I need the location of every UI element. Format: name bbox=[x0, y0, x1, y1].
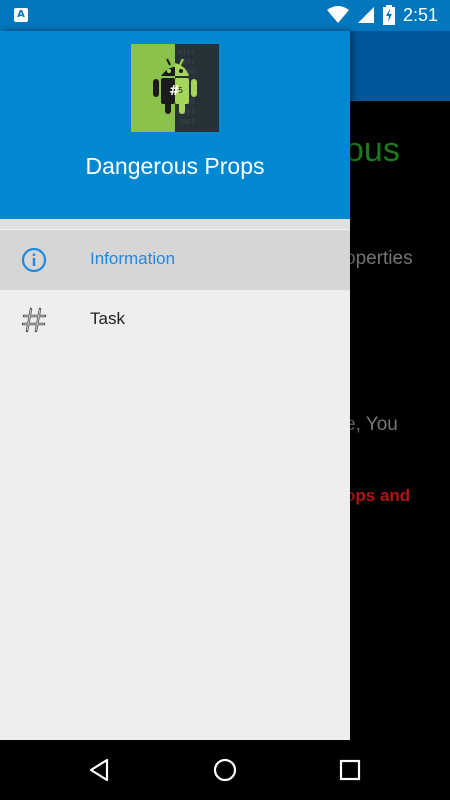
recents-icon[interactable] bbox=[336, 756, 364, 784]
status-bar: A 2:51 bbox=[0, 0, 450, 31]
background-warning-text: ops and bbox=[345, 486, 411, 505]
svg-text:1001: 1001 bbox=[178, 118, 195, 126]
status-icons: 2:51 bbox=[326, 4, 438, 26]
back-icon[interactable] bbox=[86, 756, 114, 784]
home-icon[interactable] bbox=[211, 756, 239, 784]
menu-item-task[interactable]: Task bbox=[0, 290, 350, 350]
divider bbox=[0, 219, 350, 229]
menu-item-information[interactable]: Information bbox=[0, 230, 350, 290]
svg-text:0101: 0101 bbox=[178, 48, 195, 56]
background-text: e, You bbox=[345, 414, 398, 435]
android-hash-logo: 010110010110 101000111100 01011001 bbox=[131, 44, 219, 132]
menu-item-label: Information bbox=[90, 249, 176, 268]
background-text: operties bbox=[345, 248, 413, 269]
drawer-header: 010110010110 101000111100 01011001 bbox=[0, 31, 350, 219]
signal-icon bbox=[357, 7, 374, 23]
drawer-title: Dangerous Props bbox=[85, 153, 265, 179]
clock: 2:51 bbox=[402, 4, 438, 25]
battery-charging-icon bbox=[382, 5, 395, 25]
navigation-drawer: 010110010110 101000111100 01011001 bbox=[0, 31, 350, 740]
svg-text:5: 5 bbox=[178, 86, 183, 95]
hash-icon bbox=[21, 307, 47, 333]
info-icon bbox=[21, 247, 47, 273]
wifi-icon bbox=[326, 6, 349, 23]
system-nav-bar bbox=[0, 740, 450, 800]
menu-item-label: Task bbox=[90, 309, 125, 328]
notification-icon: A bbox=[14, 8, 28, 22]
background-title: ous bbox=[345, 131, 400, 169]
